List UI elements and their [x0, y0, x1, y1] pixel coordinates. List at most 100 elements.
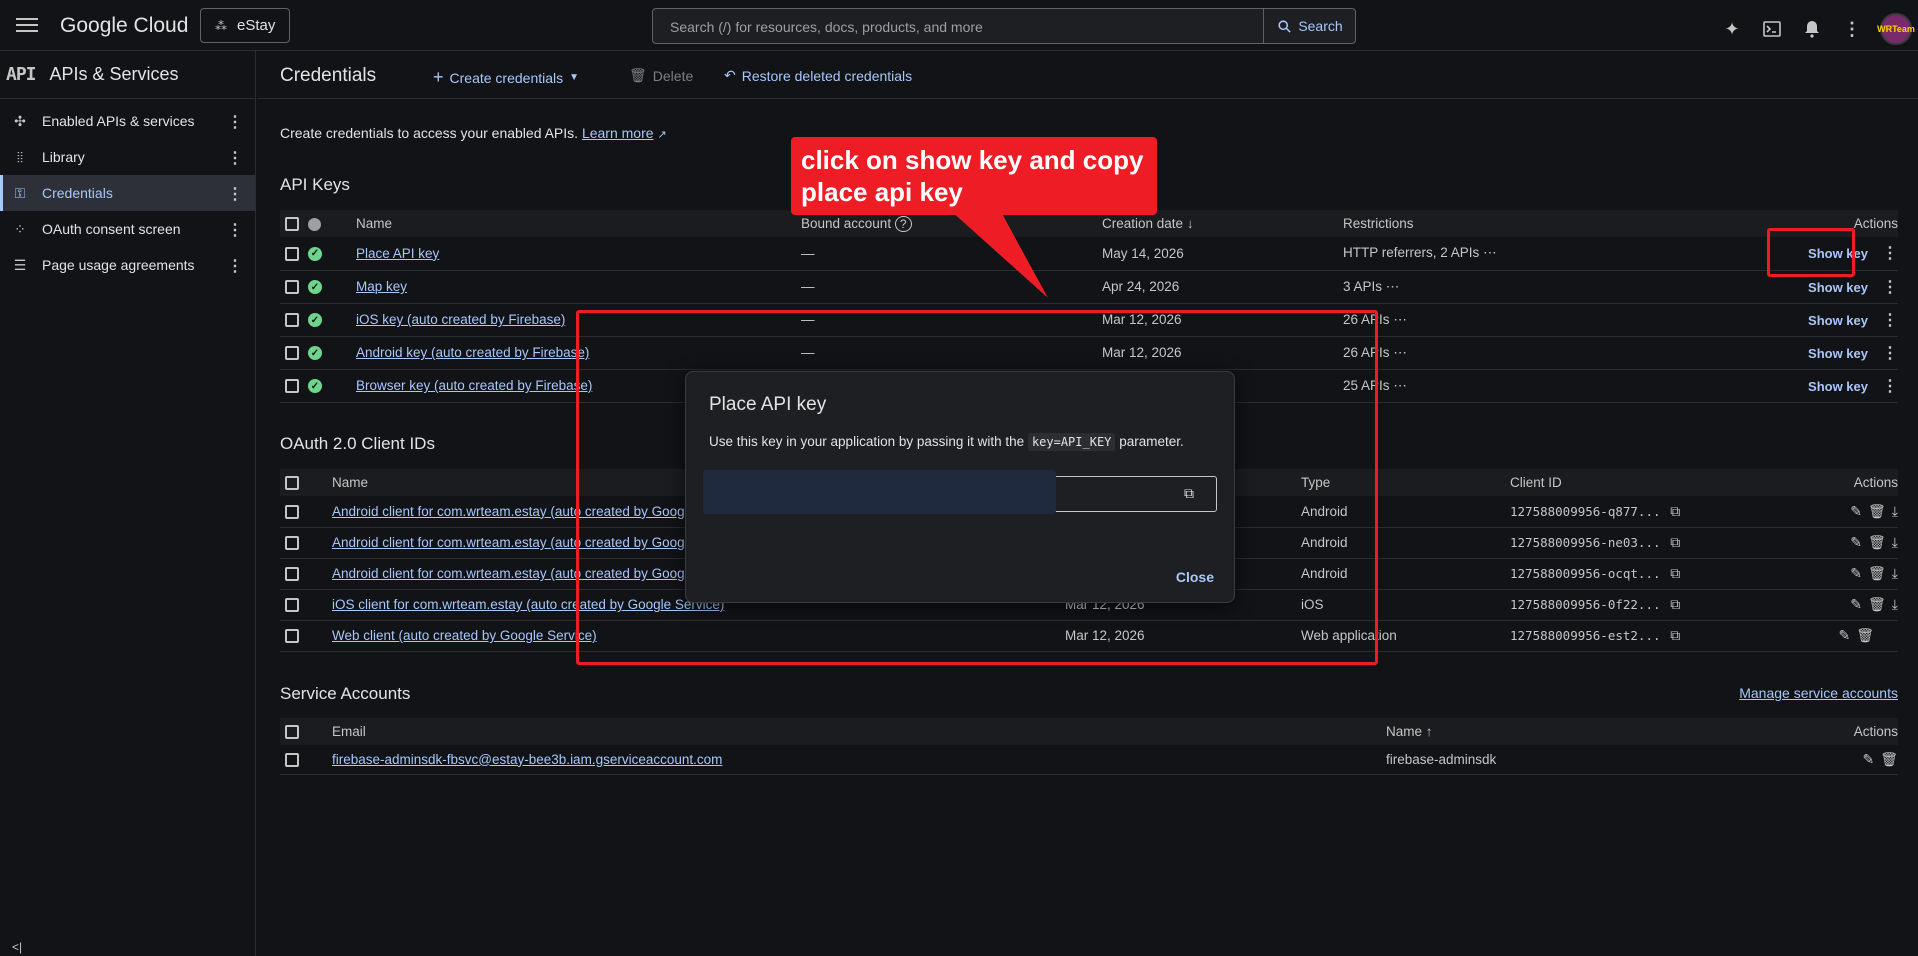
cloud-shell-icon[interactable]: [1760, 17, 1784, 41]
edit-icon[interactable]: ✎: [1850, 565, 1862, 581]
trash-icon[interactable]: 🗑: [1868, 534, 1886, 550]
more-horiz-icon[interactable]: ⋯: [1393, 312, 1407, 327]
key-name-link[interactable]: Browser key (auto created by Firebase): [356, 378, 592, 393]
show-key-button[interactable]: Show key: [1808, 346, 1868, 361]
edit-icon[interactable]: ✎: [1850, 534, 1862, 550]
more-vert-icon[interactable]: ⋮: [227, 220, 243, 240]
more-horiz-icon[interactable]: ⋯: [1393, 378, 1407, 393]
copy-icon[interactable]: ⧉: [1180, 484, 1198, 502]
header-actions: Actions: [1853, 475, 1898, 490]
show-key-button[interactable]: Show key: [1808, 379, 1868, 394]
check-circle-icon: ✓: [308, 246, 322, 261]
restore-deleted-button[interactable]: ↶ Restore deleted credentials: [724, 67, 912, 84]
select-all-checkbox[interactable]: [285, 476, 299, 491]
restrictions-text: 25 APIs: [1343, 377, 1390, 393]
row-checkbox[interactable]: [285, 346, 299, 361]
sidebar-item-credentials[interactable]: ⚿ Credentials ⋮: [0, 175, 255, 211]
project-picker[interactable]: ⁂ eStay: [200, 8, 290, 43]
download-icon[interactable]: ⤓: [1892, 565, 1898, 581]
download-icon[interactable]: ⤓: [1892, 534, 1898, 550]
more-vert-icon[interactable]: ⋮: [1882, 312, 1898, 329]
client-name-link[interactable]: iOS client for com.wrteam.estay (auto cr…: [332, 597, 724, 612]
download-icon[interactable]: ⤓: [1892, 596, 1898, 612]
more-vert-icon[interactable]: ⋮: [227, 112, 243, 132]
row-checkbox[interactable]: [285, 629, 299, 644]
more-vert-icon[interactable]: ⋮: [227, 148, 243, 168]
google-cloud-logo[interactable]: Google Cloud: [60, 14, 188, 38]
header-email[interactable]: Email: [332, 718, 1386, 745]
search-button[interactable]: Search: [1263, 9, 1356, 43]
show-key-button[interactable]: Show key: [1808, 313, 1868, 328]
edit-icon[interactable]: ✎: [1850, 503, 1862, 519]
api-keys-title: API Keys: [280, 175, 350, 194]
row-checkbox[interactable]: [285, 313, 299, 328]
create-credentials-button[interactable]: + Create credentials ▼: [433, 67, 579, 88]
more-vert-icon[interactable]: ⋮: [1840, 17, 1864, 41]
collapse-sidebar-icon[interactable]: <|: [12, 940, 22, 954]
more-vert-icon[interactable]: ⋮: [227, 256, 243, 276]
api-logo: API: [6, 64, 36, 85]
row-checkbox[interactable]: [285, 752, 299, 767]
key-name-link[interactable]: iOS key (auto created by Firebase): [356, 312, 565, 327]
show-key-button[interactable]: Show key: [1808, 246, 1868, 261]
sidebar-item-enabled-apis[interactable]: ✣ Enabled APIs & services ⋮: [0, 103, 255, 139]
show-key-button[interactable]: Show key: [1808, 280, 1868, 295]
more-horiz-icon[interactable]: ⋯: [1483, 245, 1497, 260]
trash-icon[interactable]: 🗑: [1856, 627, 1874, 643]
more-vert-icon[interactable]: ⋮: [227, 184, 243, 204]
more-horiz-icon[interactable]: ⋯: [1393, 345, 1407, 360]
select-all-checkbox[interactable]: [285, 217, 299, 232]
select-all-checkbox[interactable]: [285, 725, 299, 740]
restrictions-text: HTTP referrers, 2 APIs: [1343, 245, 1480, 261]
edit-icon[interactable]: ✎: [1838, 627, 1850, 643]
row-checkbox[interactable]: [285, 246, 299, 261]
more-vert-icon[interactable]: ⋮: [1882, 245, 1898, 262]
settings-list-icon: ☰: [13, 256, 27, 273]
trash-icon[interactable]: 🗑: [1880, 751, 1898, 767]
search-bar[interactable]: Search (/) for resources, docs, products…: [652, 8, 1356, 44]
edit-icon[interactable]: ✎: [1862, 751, 1874, 767]
copy-icon[interactable]: ⧉: [1670, 565, 1680, 581]
sidebar-item-page-usage[interactable]: ☰ Page usage agreements ⋮: [0, 247, 255, 283]
key-name-link[interactable]: Place API key: [356, 246, 439, 261]
copy-icon[interactable]: ⧉: [1670, 534, 1680, 550]
header-name[interactable]: Name ↑: [1386, 718, 1786, 745]
row-checkbox[interactable]: [285, 379, 299, 394]
menu-icon[interactable]: [16, 15, 38, 35]
more-vert-icon[interactable]: ⋮: [1882, 345, 1898, 362]
trash-icon[interactable]: 🗑: [1868, 596, 1886, 612]
copy-icon[interactable]: ⧉: [1670, 596, 1680, 612]
service-account-email-link[interactable]: firebase-adminsdk-fbsvc@estay-bee3b.iam.…: [332, 752, 722, 767]
key-name-link[interactable]: Map key: [356, 279, 407, 294]
learn-more-link[interactable]: Learn more: [582, 125, 654, 141]
copy-icon[interactable]: ⧉: [1670, 503, 1680, 519]
row-checkbox[interactable]: [285, 504, 299, 519]
header-name[interactable]: Name: [356, 210, 801, 237]
search-input[interactable]: Search (/) for resources, docs, products…: [670, 19, 983, 35]
client-name-link[interactable]: Web client (auto created by Google Servi…: [332, 628, 597, 643]
more-horiz-icon[interactable]: ⋯: [1386, 279, 1400, 294]
avatar[interactable]: WRTeam: [1877, 13, 1915, 45]
trash-icon[interactable]: 🗑: [1868, 565, 1886, 581]
sidebar-item-oauth-consent[interactable]: ⁘ OAuth consent screen ⋮: [0, 211, 255, 247]
download-icon[interactable]: ⤓: [1892, 503, 1898, 519]
help-icon[interactable]: ?: [894, 216, 912, 232]
trash-icon[interactable]: 🗑: [1868, 503, 1886, 519]
header-bound-label: Bound account: [801, 216, 892, 231]
edit-icon[interactable]: ✎: [1850, 596, 1862, 612]
notifications-icon[interactable]: [1800, 17, 1824, 41]
row-checkbox[interactable]: [285, 536, 299, 551]
row-checkbox[interactable]: [285, 598, 299, 613]
gemini-icon[interactable]: ✦: [1720, 17, 1744, 41]
more-vert-icon[interactable]: ⋮: [1882, 279, 1898, 296]
row-checkbox[interactable]: [285, 567, 299, 582]
key-name-link[interactable]: Android key (auto created by Firebase): [356, 345, 589, 360]
manage-service-accounts-link[interactable]: Manage service accounts: [1739, 685, 1898, 701]
delete-button[interactable]: 🗑 Delete: [629, 67, 693, 84]
sidebar-item-library[interactable]: ⦙⦙ Library ⋮: [0, 139, 255, 175]
client-id: 127588009956-q877...: [1510, 503, 1661, 519]
row-checkbox[interactable]: [285, 280, 299, 295]
close-button[interactable]: Close: [1176, 569, 1214, 585]
copy-icon[interactable]: ⧉: [1670, 627, 1680, 643]
more-vert-icon[interactable]: ⋮: [1882, 378, 1898, 395]
